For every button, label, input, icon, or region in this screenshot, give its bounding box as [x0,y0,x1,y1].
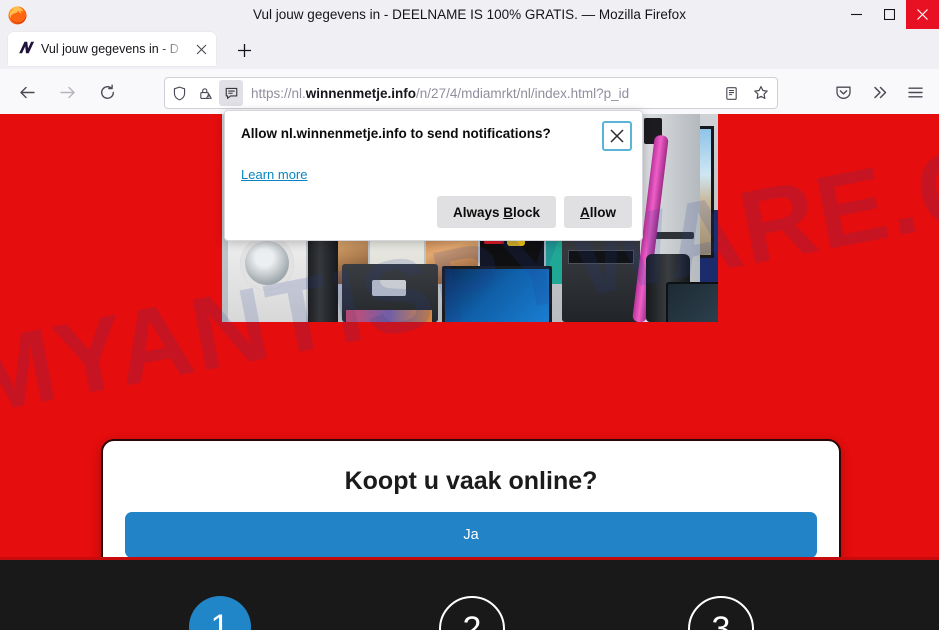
forward-button[interactable] [53,78,81,106]
minimize-button[interactable] [840,0,873,29]
permission-actions: Always Block Allow [436,196,632,228]
address-bar-actions [716,80,774,106]
browser-window: Vul jouw gegevens in - DEELNAME IS 100% … [0,0,939,630]
window-title: Vul jouw gegevens in - DEELNAME IS 100% … [253,7,686,22]
hamburger-menu-icon[interactable] [900,78,930,106]
url-path: /n/27/4/mdiamrkt/nl/index.html?p_id [416,85,630,101]
window-controls [840,0,939,29]
tab-strip: 𝜨 Vul jouw gegevens in - D [0,29,939,69]
notification-permission-icon[interactable] [219,80,243,106]
step-circle-2[interactable]: 2 [439,596,505,630]
tablet-product [666,282,718,322]
shield-icon[interactable] [167,80,191,106]
url-prefix: https://nl. [251,85,306,101]
survey-question: Koopt u vaak online? [344,467,598,495]
pocket-button[interactable] [828,78,858,106]
popup-close-button[interactable] [602,121,632,151]
reload-button[interactable] [93,78,121,106]
title-bar: Vul jouw gegevens in - DEELNAME IS 100% … [0,0,939,29]
overflow-menu-button[interactable] [864,78,894,106]
step-circle-1[interactable]: 1 [189,596,251,630]
step-circle-3[interactable]: 3 [688,596,754,630]
back-button[interactable] [13,78,41,106]
url-domain: winnenmetje.info [305,85,417,101]
always-block-button[interactable]: Always Block [436,196,556,228]
connection-not-secure-icon[interactable] [193,80,217,106]
pocket-icon[interactable] [828,78,858,106]
close-icon [610,129,624,143]
identity-box[interactable] [165,78,243,108]
reader-view-icon[interactable] [718,80,745,106]
tab-close-icon[interactable] [190,38,212,60]
maximize-button[interactable] [873,0,906,29]
navigation-toolbar: https://nl.winnenmetje.info/n/27/4/mdiam… [0,69,939,115]
allow-button[interactable]: Allow [564,196,632,228]
tab-title: Vul jouw gegevens in - D [41,42,179,56]
new-tab-button[interactable] [232,38,256,62]
tab-favicon-icon: 𝜨 [19,41,31,57]
laptop-product [442,266,552,322]
pc-tower-product [308,232,338,322]
printer-output-product [346,310,432,322]
notification-permission-popup: Allow nl.winnenmetje.info to send notifi… [224,110,643,241]
answer-yes-button[interactable]: Ja [125,512,817,558]
browser-tab[interactable]: 𝜨 Vul jouw gegevens in - D [8,32,216,66]
chevron-double-right-icon[interactable] [864,78,894,106]
coffee-machine-product [562,234,640,322]
url-text[interactable]: https://nl.winnenmetje.info/n/27/4/mdiam… [251,86,716,101]
learn-more-link[interactable]: Learn more [241,167,307,182]
address-bar[interactable]: https://nl.winnenmetje.info/n/27/4/mdiam… [164,77,778,109]
bookmark-star-icon[interactable] [747,80,774,106]
step-indicator-bar: 1 2 3 [0,557,939,630]
permission-heading: Allow nl.winnenmetje.info to send notifi… [241,126,551,141]
close-button[interactable] [906,0,939,29]
app-menu-button[interactable] [900,78,930,106]
